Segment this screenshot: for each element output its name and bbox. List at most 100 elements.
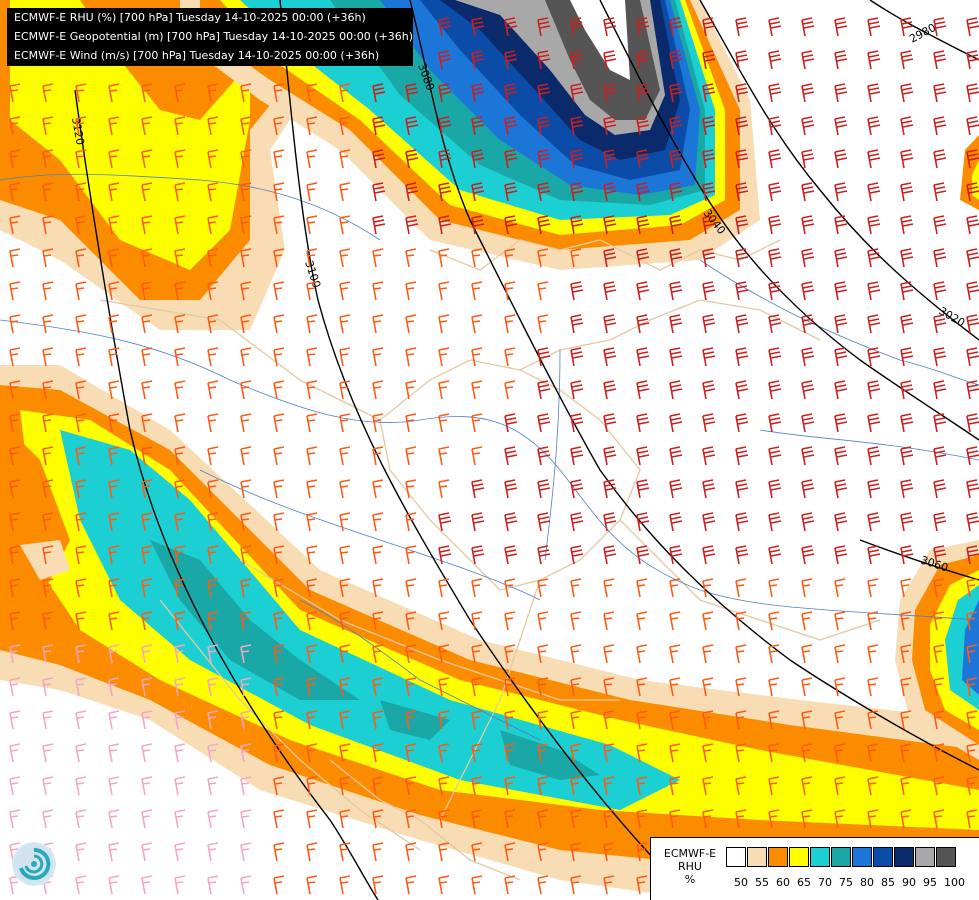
wind-barb <box>471 875 483 895</box>
legend-tick-label: 55 <box>755 876 769 889</box>
wind-barb <box>438 875 450 895</box>
title-wind: ECMWF-E Wind (m/s) [700 hPa] Tuesday 14-… <box>14 49 380 62</box>
wind-barb <box>372 512 384 532</box>
legend-tick-label: 90 <box>902 876 916 889</box>
title-rhu: ECMWF-E RHU (%) [700 hPa] Tuesday 14-10-… <box>14 11 366 24</box>
wind-barb <box>207 842 219 862</box>
wind-barb <box>42 347 54 367</box>
wind-barb <box>75 314 87 334</box>
wind-barb <box>735 413 749 433</box>
wind-barb <box>75 809 87 829</box>
wind-barb <box>834 347 848 367</box>
wind-barb <box>636 479 650 499</box>
wind-barb <box>702 611 714 631</box>
wind-barb <box>966 479 979 499</box>
wind-barb <box>966 380 979 400</box>
wind-barb <box>174 842 186 862</box>
wind-barb <box>75 842 87 862</box>
wind-barb <box>900 314 914 334</box>
wind-barb <box>306 479 318 499</box>
wind-barb <box>75 281 87 301</box>
wind-barb <box>372 248 384 268</box>
wind-barb <box>537 875 549 895</box>
wind-barb <box>504 875 516 895</box>
legend-swatch <box>810 847 830 867</box>
humidity-shading <box>0 0 979 900</box>
wind-barb <box>801 413 815 433</box>
wind-barb <box>471 347 483 367</box>
legend-tick-label: 80 <box>860 876 874 889</box>
wind-barb <box>768 677 780 697</box>
legend-swatch <box>894 847 914 867</box>
wind-barb <box>867 413 881 433</box>
wind-barb <box>735 512 749 532</box>
wind-barb <box>372 875 384 895</box>
wind-barb <box>768 50 782 70</box>
wind-barb <box>768 413 782 433</box>
wind-barb <box>900 182 914 202</box>
wind-barb <box>933 83 947 103</box>
wind-barb <box>603 644 615 664</box>
wind-barb <box>240 446 252 466</box>
wind-barb <box>933 446 947 466</box>
wind-barb <box>405 875 417 895</box>
legend-swatches <box>726 847 957 867</box>
wind-barb <box>702 512 716 532</box>
wind-barb <box>669 578 681 598</box>
wind-barb <box>867 380 881 400</box>
legend-tick-label: 60 <box>776 876 790 889</box>
legend-tick-label: 75 <box>839 876 853 889</box>
wind-barb <box>405 281 417 301</box>
wind-barb <box>768 17 782 37</box>
wind-barb <box>372 545 384 565</box>
wind-barb <box>636 644 648 664</box>
legend-tick-label: 65 <box>797 876 811 889</box>
wind-barb <box>108 710 120 730</box>
wind-barb <box>636 413 650 433</box>
map-title-box: ECMWF-E RHU (%) [700 hPa] Tuesday 14-10-… <box>7 8 413 66</box>
legend-swatch <box>873 847 893 867</box>
wind-barb <box>933 215 947 235</box>
legend-swatch <box>831 847 851 867</box>
wind-barb <box>273 446 285 466</box>
wind-barb <box>273 149 285 169</box>
wind-barb <box>339 281 351 301</box>
legend-title-variable: RHU <box>678 860 702 873</box>
wind-barb <box>471 248 483 268</box>
wind-barb <box>834 380 848 400</box>
wind-barb <box>42 743 54 763</box>
wind-barb <box>273 281 285 301</box>
wind-barb <box>537 413 551 433</box>
wind-barb <box>834 512 848 532</box>
legend-swatch <box>789 847 809 867</box>
wind-barb <box>471 578 483 598</box>
wind-barb <box>207 446 219 466</box>
wind-barb <box>438 248 450 268</box>
wind-barb <box>801 479 815 499</box>
wind-barb <box>801 380 815 400</box>
wind-barb <box>537 611 549 631</box>
wind-barb <box>834 611 846 631</box>
wind-barb <box>570 644 582 664</box>
wind-barb <box>735 446 749 466</box>
wind-barb <box>702 413 716 433</box>
wind-barb <box>735 380 749 400</box>
wind-barb <box>669 644 681 664</box>
wind-barb <box>669 347 683 367</box>
wind-barb <box>9 314 21 334</box>
wind-barb <box>504 512 518 532</box>
wind-barb <box>306 347 318 367</box>
wind-barb <box>471 413 483 433</box>
wind-barb <box>306 413 318 433</box>
wind-barb <box>834 17 848 37</box>
wind-barb <box>405 578 417 598</box>
wind-barb <box>801 50 815 70</box>
wind-barb <box>834 446 848 466</box>
wind-barb <box>636 281 650 301</box>
wind-barb <box>339 842 351 862</box>
wind-barb <box>405 413 417 433</box>
wind-barb <box>933 347 947 367</box>
wind-barb <box>867 578 879 598</box>
wind-barb <box>240 842 252 862</box>
wind-barb <box>9 809 21 829</box>
